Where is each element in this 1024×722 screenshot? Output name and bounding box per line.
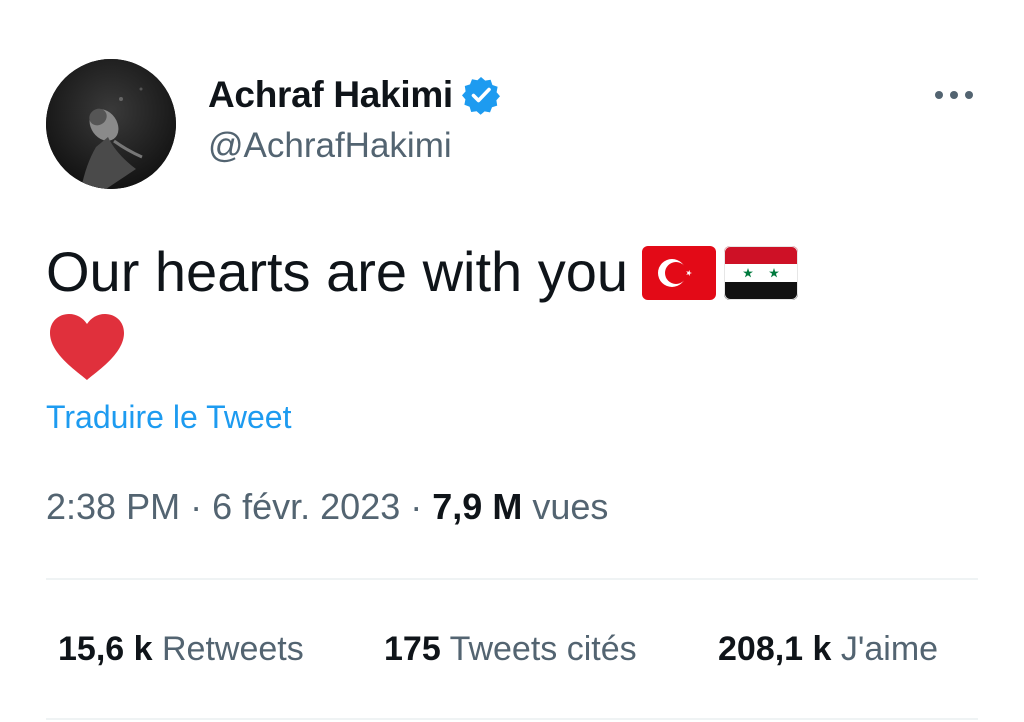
translate-tweet-link[interactable]: Traduire le Tweet	[46, 399, 291, 436]
author-name-row[interactable]: Achraf Hakimi	[208, 72, 501, 118]
tweet-detail: Achraf Hakimi @AchrafHakimi Our hearts a…	[0, 0, 1024, 722]
tweet-time[interactable]: 2:38 PM	[46, 486, 180, 527]
quote-tweets-stat[interactable]: 175 Tweets cités	[384, 630, 637, 669]
quote-tweets-count: 175	[384, 630, 441, 668]
quote-tweets-label: Tweets cités	[449, 630, 637, 668]
tweet-date[interactable]: 6 févr. 2023	[212, 486, 400, 527]
flag-syria-icon	[724, 245, 799, 300]
retweets-count: 15,6 k	[58, 630, 153, 668]
avatar[interactable]	[46, 59, 176, 189]
ellipsis-icon	[935, 91, 973, 99]
more-options-button[interactable]	[930, 82, 978, 108]
retweets-stat[interactable]: 15,6 k Retweets	[58, 630, 304, 669]
likes-stat[interactable]: 208,1 k J'aime	[718, 630, 938, 669]
profile-photo-icon	[46, 59, 176, 189]
user-handle[interactable]: @AchrafHakimi	[208, 126, 452, 166]
meta-separator: ·	[410, 486, 423, 527]
flag-turkey-icon	[642, 245, 717, 300]
likes-label: J'aime	[840, 630, 939, 668]
views-label: vues	[532, 486, 609, 527]
tweet-body: Our hearts are with you	[46, 236, 799, 308]
likes-count: 208,1 k	[718, 630, 832, 668]
retweets-label: Retweets	[161, 630, 304, 668]
tweet-meta: 2:38 PM · 6 févr. 2023 · 7,9 M vues	[46, 486, 608, 528]
meta-separator: ·	[190, 486, 203, 527]
divider	[46, 578, 978, 580]
views-count: 7,9 M	[432, 486, 523, 527]
display-name[interactable]: Achraf Hakimi	[208, 74, 453, 116]
verified-badge-icon	[461, 75, 501, 115]
red-heart-icon	[48, 312, 126, 382]
divider	[46, 718, 978, 720]
tweet-text: Our hearts are with you	[46, 240, 629, 303]
